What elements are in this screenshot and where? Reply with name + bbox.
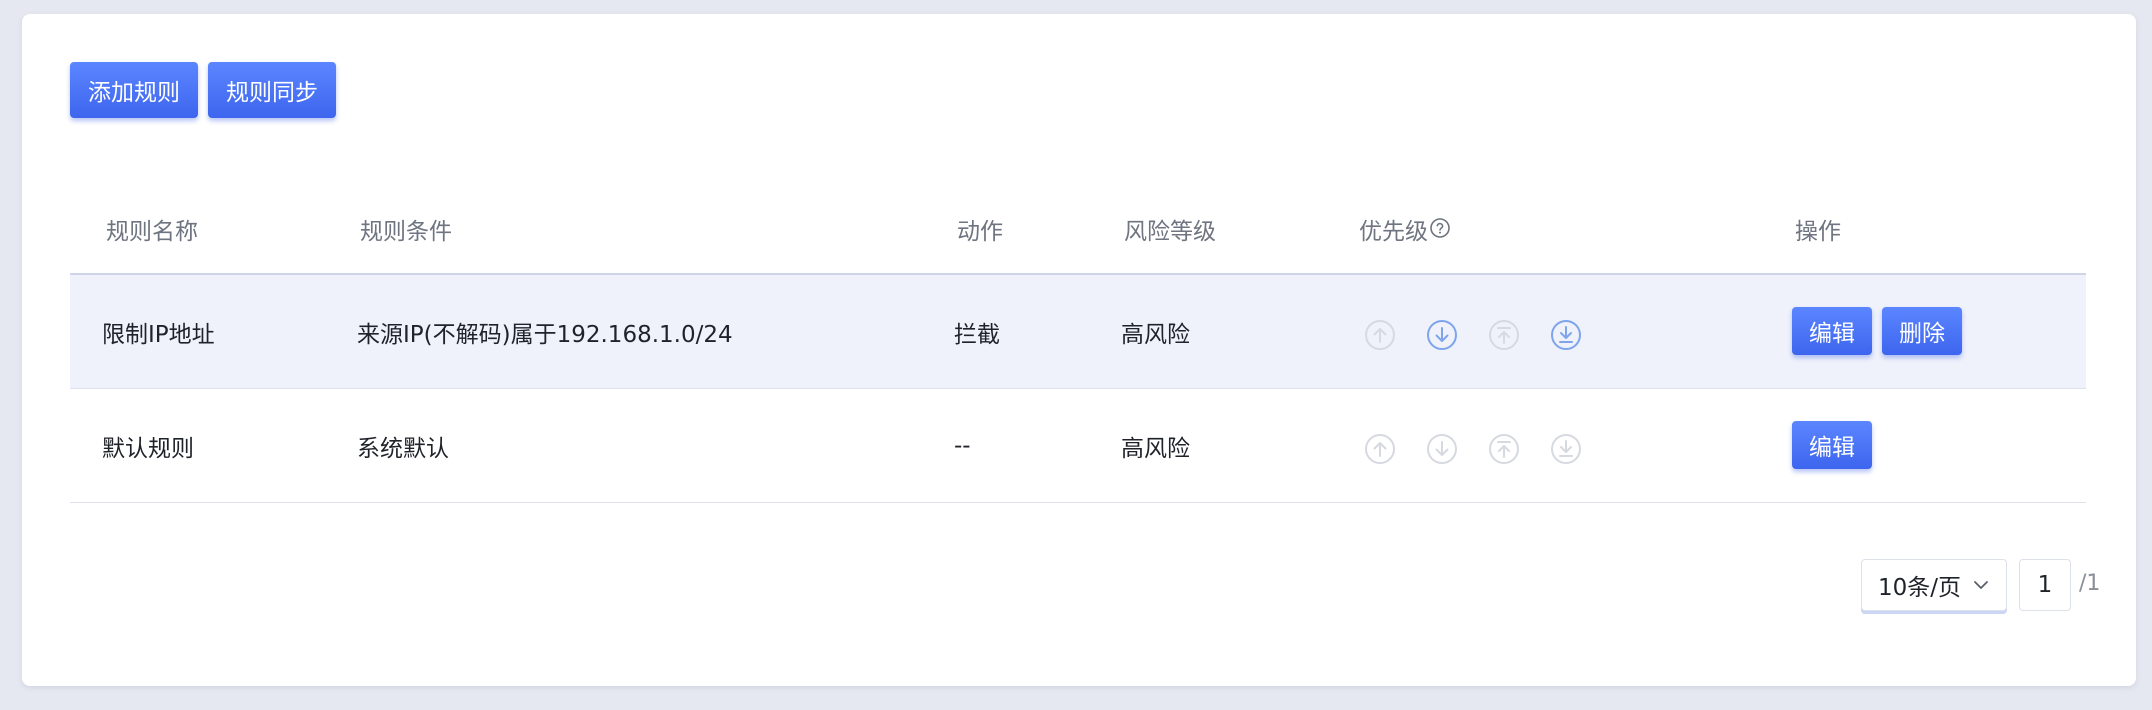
rule-risk: 高风险 <box>1121 435 1190 462</box>
rule-action: 拦截 <box>954 321 1000 348</box>
rule-name: 限制IP地址 <box>102 321 215 348</box>
arrow-up-circle-icon[interactable] <box>1364 433 1396 465</box>
page-total: /1 <box>2079 571 2101 596</box>
help-circle-icon[interactable] <box>1429 217 1451 245</box>
rule-condition: 系统默认 <box>357 435 449 462</box>
rule-risk: 高风险 <box>1121 321 1190 348</box>
column-header-priority-label: 优先级 <box>1359 219 1428 245</box>
column-header-condition: 规则条件 <box>360 219 452 245</box>
page-number-input[interactable] <box>2019 559 2071 611</box>
column-header-risk: 风险等级 <box>1124 219 1216 245</box>
chevron-down-icon <box>1970 574 1992 602</box>
column-header-name: 规则名称 <box>106 219 198 245</box>
rules-panel: 添加规则 规则同步 规则名称 规则条件 动作 风险等级 优先级 操作 限制IP地… <box>22 14 2136 686</box>
table-row: 默认规则 系统默认 -- 高风险 编辑 <box>70 389 2086 502</box>
column-header-operations: 操作 <box>1795 219 1841 245</box>
edit-button[interactable]: 编辑 <box>1792 421 1872 469</box>
add-rule-button[interactable]: 添加规则 <box>70 62 198 118</box>
delete-button[interactable]: 删除 <box>1882 307 1962 355</box>
sync-rules-button[interactable]: 规则同步 <box>208 62 336 118</box>
table-row: 限制IP地址 来源IP(不解码)属于192.168.1.0/24 拦截 高风险 … <box>70 275 2086 388</box>
column-header-priority: 优先级 <box>1359 212 1451 246</box>
rule-name: 默认规则 <box>102 435 194 462</box>
page-size-select[interactable]: 10条/页 <box>1861 559 2007 611</box>
move-top-circle-icon[interactable] <box>1488 319 1520 351</box>
row-divider <box>70 502 2086 503</box>
arrow-down-circle-icon[interactable] <box>1426 319 1458 351</box>
edit-button[interactable]: 编辑 <box>1792 307 1872 355</box>
arrow-up-circle-icon[interactable] <box>1364 319 1396 351</box>
page-size-value: 10条/页 <box>1878 575 1962 601</box>
move-top-circle-icon[interactable] <box>1488 433 1520 465</box>
move-bottom-circle-icon[interactable] <box>1550 319 1582 351</box>
rule-condition: 来源IP(不解码)属于192.168.1.0/24 <box>357 321 733 348</box>
arrow-down-circle-icon[interactable] <box>1426 433 1458 465</box>
move-bottom-circle-icon[interactable] <box>1550 433 1582 465</box>
rule-action: -- <box>954 432 971 459</box>
column-header-action: 动作 <box>957 219 1003 245</box>
